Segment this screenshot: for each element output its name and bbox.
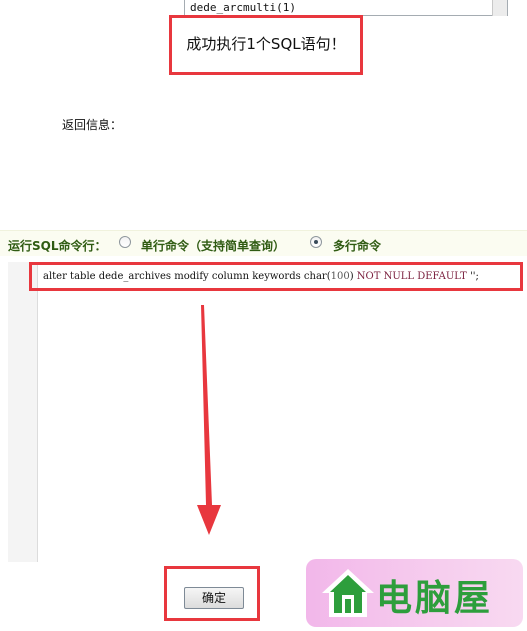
success-message: 成功执行1个SQL语句！: [186, 35, 346, 53]
sql-text-part: alter table dede_archives modify column …: [43, 271, 331, 282]
sql-keyword: NOT NULL DEFAULT: [356, 271, 467, 282]
multi-line-radio[interactable]: [310, 236, 322, 248]
red-arrow-down-icon: [197, 305, 221, 535]
success-highlight-box: 成功执行1个SQL语句！: [169, 15, 363, 75]
sql-editor[interactable]: [8, 262, 527, 562]
single-line-radio[interactable]: [119, 236, 131, 248]
return-info-label: 返回信息：: [62, 118, 123, 132]
command-mode-label: 运行SQL命令行：: [8, 239, 107, 253]
single-line-radio-label[interactable]: 单行命令（支持简单查询）: [141, 237, 285, 254]
confirm-button[interactable]: 确定: [184, 587, 244, 609]
house-icon: [322, 569, 374, 617]
multi-line-radio-label[interactable]: 多行命令: [333, 237, 381, 254]
watermark-text: 电脑屋: [376, 578, 494, 619]
sql-text-part: ): [349, 271, 357, 282]
table-list-select[interactable]: dede_arcmulti(1): [184, 0, 508, 16]
sql-number-literal: 100: [330, 271, 350, 282]
editor-gutter: [8, 262, 38, 562]
sql-statement-line[interactable]: alter table dede_archives modify column …: [43, 271, 479, 282]
table-list-scrollbar[interactable]: [492, 0, 507, 16]
watermark-logo: 电脑屋: [306, 559, 523, 627]
table-list-item[interactable]: dede_arcmulti(1): [190, 2, 296, 14]
sql-text-part: '';: [466, 271, 479, 282]
command-mode-row: 运行SQL命令行： 单行命令（支持简单查询） 多行命令: [0, 230, 527, 256]
